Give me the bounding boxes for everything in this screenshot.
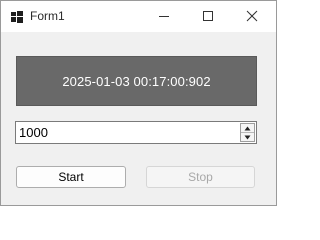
title-bar[interactable]: Form1: [1, 1, 276, 32]
interval-input[interactable]: 1000: [18, 124, 229, 141]
spin-down-button[interactable]: [241, 133, 254, 141]
clock-display-text: 2025-01-03 00:17:00:902: [62, 73, 211, 89]
close-icon: [246, 10, 258, 22]
spin-up-button[interactable]: [241, 124, 254, 133]
chevron-up-icon: [244, 126, 251, 131]
start-button-label: Start: [58, 170, 84, 184]
clock-display-label: 2025-01-03 00:17:00:902: [16, 56, 257, 106]
start-button[interactable]: Start: [16, 166, 126, 188]
minimize-button[interactable]: [142, 1, 186, 32]
minimize-icon: [159, 16, 169, 17]
stop-button-label: Stop: [188, 170, 213, 184]
maximize-button[interactable]: [186, 1, 230, 32]
form-client-area: 2025-01-03 00:17:00:902 1000 Start Stop: [1, 32, 276, 205]
windows-form-icon: [11, 10, 23, 23]
window-title: Form1: [30, 9, 65, 23]
chevron-down-icon: [244, 135, 251, 140]
maximize-icon: [203, 11, 213, 21]
form-window: Form1 2025-01-03 00:17:00:902 1000 Start…: [0, 0, 277, 206]
close-button[interactable]: [230, 1, 274, 32]
spin-buttons: [240, 123, 255, 142]
interval-numeric-updown[interactable]: 1000: [15, 121, 257, 144]
stop-button[interactable]: Stop: [146, 166, 255, 188]
